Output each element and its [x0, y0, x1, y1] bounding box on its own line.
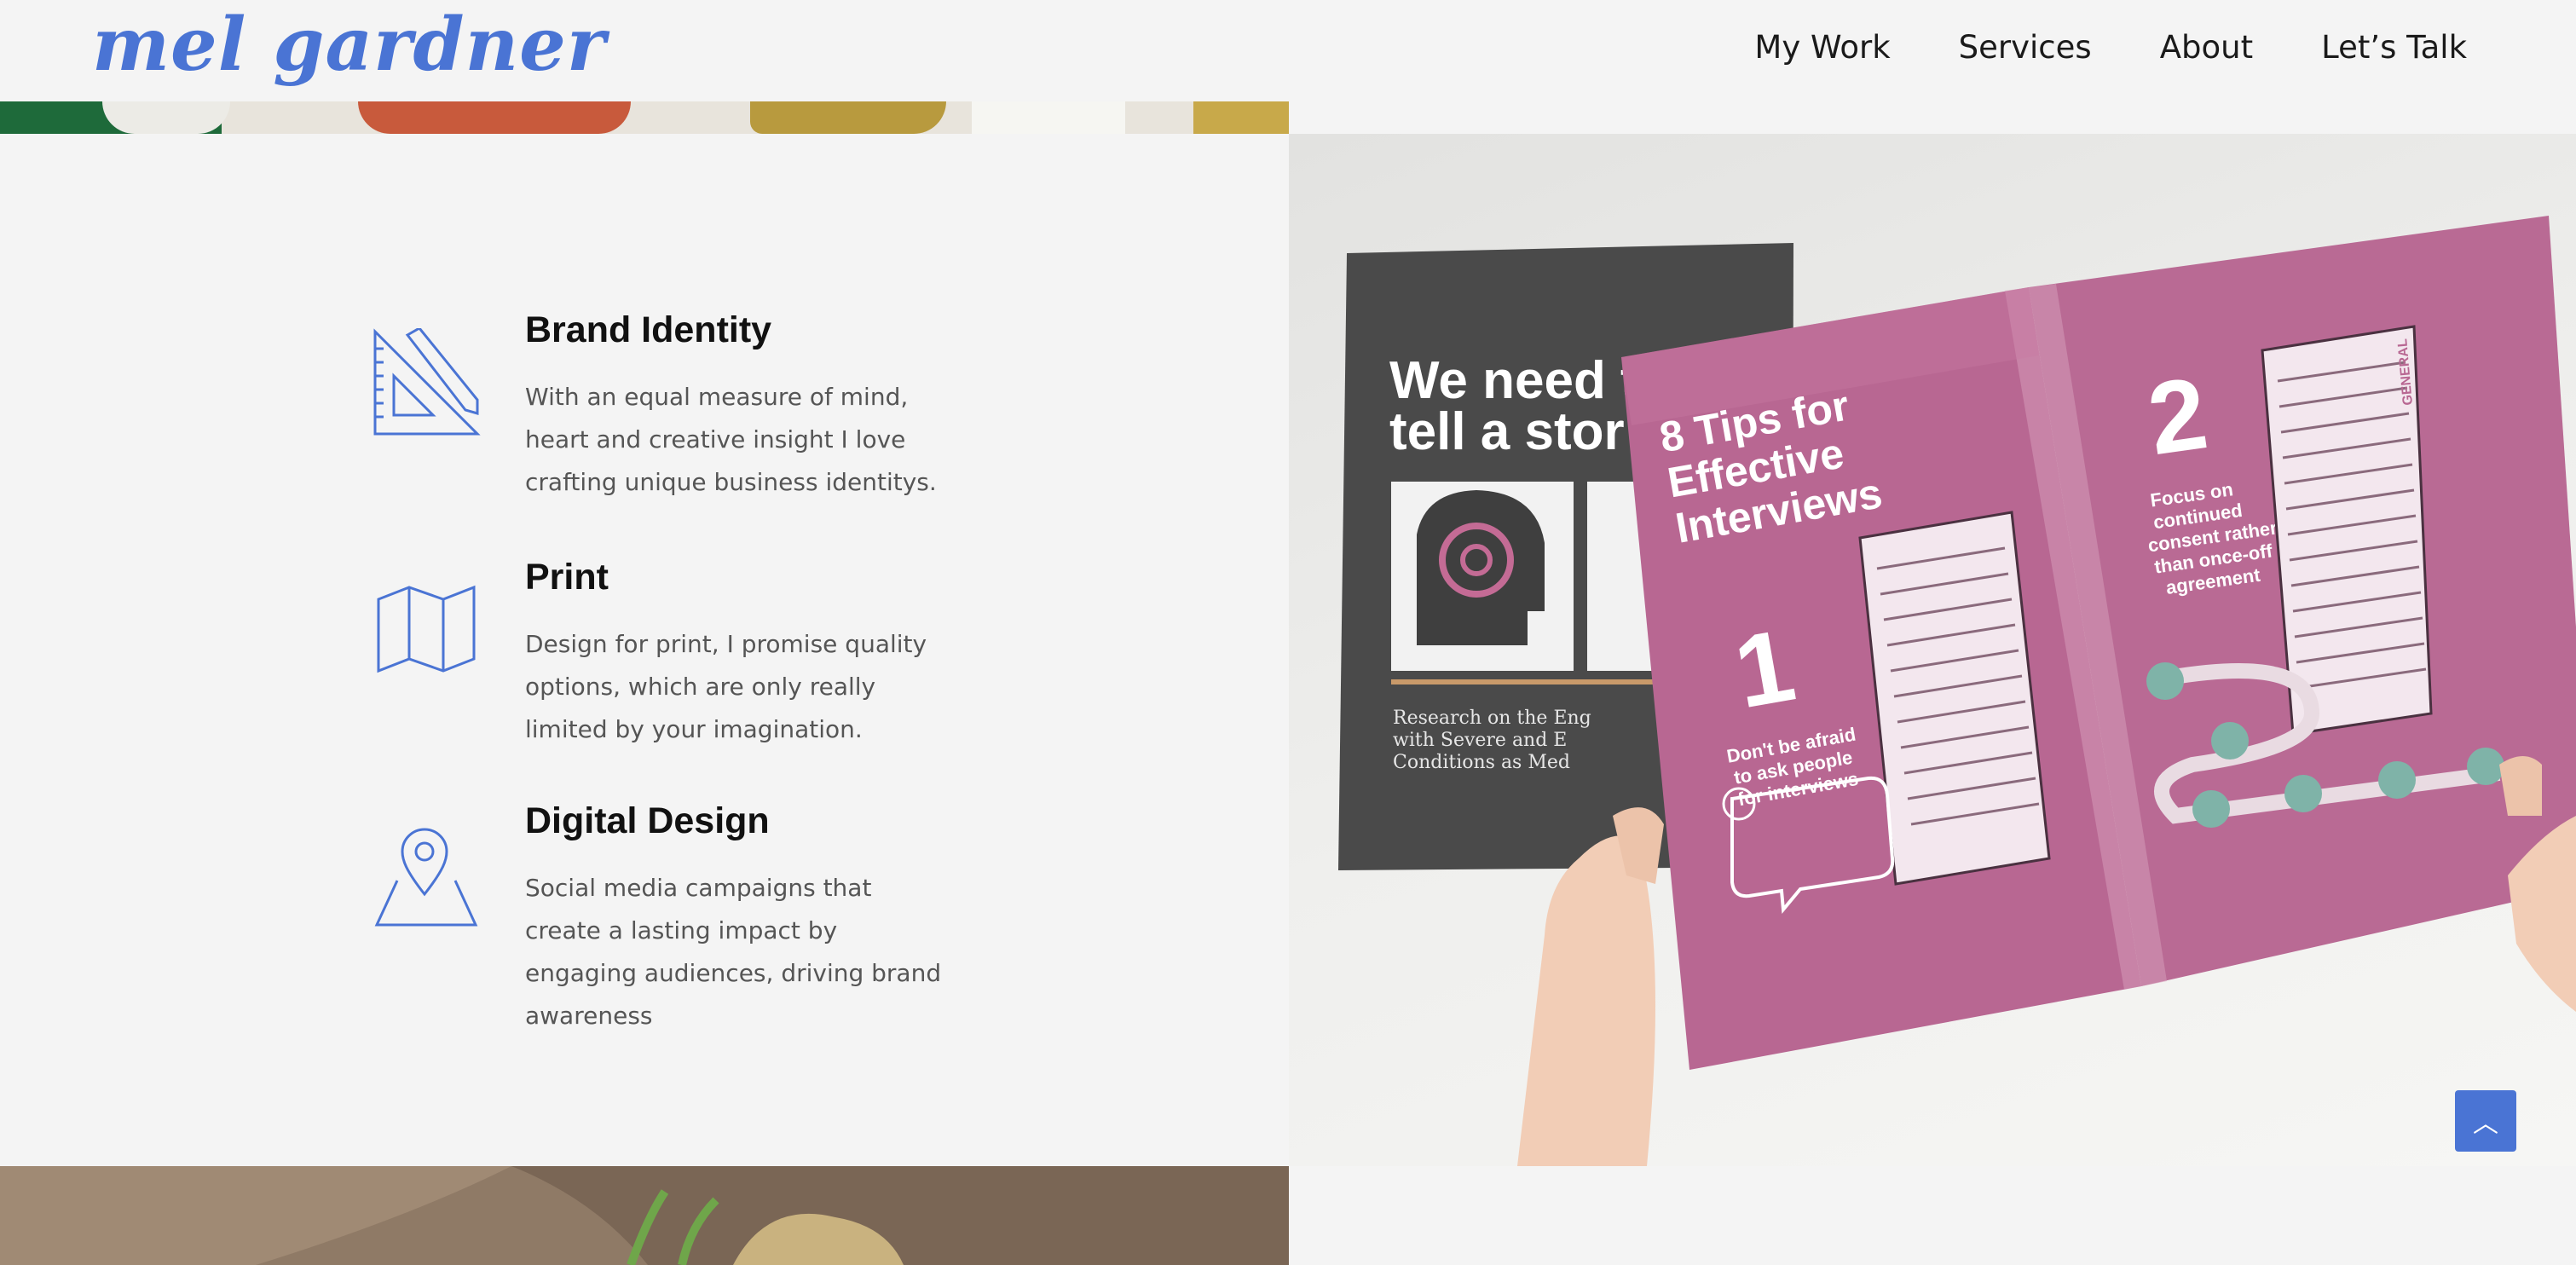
service-description: Design for print, I promise quality opti…	[525, 630, 927, 743]
chevron-up-icon: ︿	[2473, 1109, 2498, 1139]
cover-caption-1: Research on the Eng	[1393, 708, 1591, 729]
service-title: Brand Identity	[525, 309, 772, 350]
nav-lets-talk[interactable]: Let’s Talk	[2321, 29, 2467, 66]
service-description: With an equal measure of mind, heart and…	[525, 383, 937, 496]
nav-my-work[interactable]: My Work	[1754, 29, 1890, 66]
services-section: Brand Identity With an equal measure of …	[0, 134, 1289, 1166]
cover-title-line-2: tell a stor	[1389, 402, 1625, 461]
nav-services[interactable]: Services	[1959, 29, 2092, 66]
cover-caption-2: with Severe and E	[1393, 730, 1567, 751]
plant-photo	[0, 1166, 1289, 1265]
section-background	[1289, 1166, 2576, 1265]
site-header: mel gardner My Work Services About Let’s…	[0, 0, 2576, 101]
main-nav: My Work Services About Let’s Talk	[1754, 29, 2467, 66]
scroll-to-top-button[interactable]: ︿	[2455, 1090, 2516, 1152]
magazine-illustration: We need t tell a stor Research on the En…	[1338, 216, 2576, 1166]
service-title: Print	[525, 557, 609, 598]
cover-title-line-1: We need t	[1389, 351, 1638, 410]
portfolio-image-strip-bottom	[0, 1166, 1289, 1265]
service-title: Digital Design	[525, 800, 770, 841]
map-icon	[377, 585, 476, 673]
service-description: Social media campaigns that create a las…	[525, 874, 942, 1030]
site-logo[interactable]: mel gardner	[92, 2, 606, 88]
portfolio-image-strip-top	[0, 101, 1289, 134]
location-pin-icon	[374, 828, 478, 927]
nav-about[interactable]: About	[2160, 29, 2253, 66]
magazine-photo: We need t tell a stor Research on the En…	[1289, 134, 2576, 1166]
cover-caption-3: Conditions as Med	[1393, 752, 1570, 773]
ruler-triangle-icon	[373, 328, 481, 436]
